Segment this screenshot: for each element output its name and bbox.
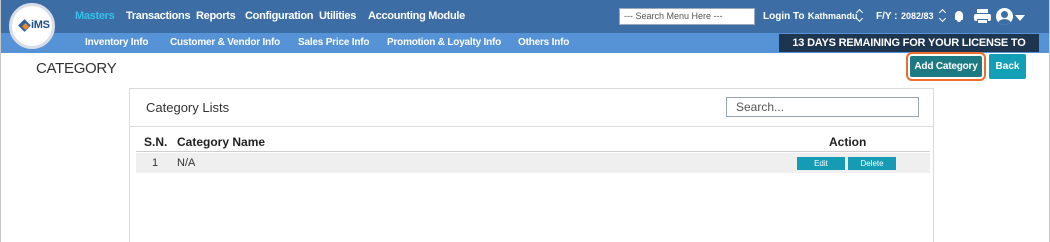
category-list-panel: Category Lists Search... S.N. Category N…	[129, 88, 934, 242]
table-header: S.N. Category Name Action	[136, 132, 930, 152]
fiscal-year-select[interactable]: 2082/83	[901, 0, 934, 33]
back-button[interactable]: Back	[989, 54, 1026, 79]
submenu-promotion-loyalty-info[interactable]: Promotion & Loyalty Info	[387, 33, 501, 53]
row-sn: 1	[152, 157, 159, 169]
search-input[interactable]: Search...	[726, 97, 919, 117]
user-avatar-icon[interactable]	[996, 8, 1013, 25]
add-category-highlight: Add Category	[906, 52, 986, 81]
login-location-spinner-icon[interactable]	[856, 9, 864, 23]
page-title: CATEGORY	[36, 60, 117, 77]
panel-header: Category Lists Search...	[130, 89, 933, 127]
user-menu-caret-icon[interactable]	[1015, 15, 1025, 21]
row-category-name: N/A	[177, 157, 196, 169]
add-category-button[interactable]: Add Category	[910, 56, 982, 77]
ims-logo[interactable]: iMS	[9, 3, 55, 49]
logo-text: iMS	[31, 19, 50, 31]
column-sn: S.N.	[144, 135, 168, 149]
menu-accounting-module[interactable]: Accounting Module	[368, 0, 465, 33]
login-location-select[interactable]: Kathmandu	[808, 0, 858, 33]
column-category-name: Category Name	[177, 135, 266, 149]
submenu-sales-price-info[interactable]: Sales Price Info	[298, 33, 369, 53]
menu-configuration[interactable]: Configuration	[245, 0, 314, 33]
table-row: 1 N/A Edit Delete	[136, 153, 930, 173]
printer-icon[interactable]	[974, 9, 991, 24]
sub-navbar: Inventory Info Customer & Vendor Info Sa…	[1, 33, 1049, 67]
submenu-customer-vendor-info[interactable]: Customer & Vendor Info	[170, 33, 280, 53]
delete-button[interactable]: Delete	[848, 157, 896, 170]
column-action: Action	[829, 135, 867, 149]
edit-button[interactable]: Edit	[797, 157, 845, 170]
login-label: Login To :	[763, 11, 811, 22]
license-expiry-notice: 13 DAYS REMAINING FOR YOUR LICENSE TO EX…	[779, 34, 1039, 67]
fiscal-year-spinner-icon[interactable]	[939, 9, 947, 23]
menu-reports[interactable]: Reports	[196, 0, 236, 33]
search-menu-input[interactable]: --- Search Menu Here ---	[619, 8, 755, 25]
top-navbar: Masters Transactions Reports Configurati…	[1, 0, 1049, 33]
menu-masters[interactable]: Masters	[75, 0, 115, 33]
fy-label: F/Y :	[876, 11, 898, 22]
app-window: Masters Transactions Reports Configurati…	[0, 0, 1050, 242]
submenu-inventory-info[interactable]: Inventory Info	[85, 33, 149, 53]
submenu-others-info[interactable]: Others Info	[518, 33, 569, 53]
bell-icon[interactable]	[955, 11, 963, 22]
menu-utilities[interactable]: Utilities	[319, 0, 356, 33]
panel-title: Category Lists	[146, 100, 230, 115]
menu-transactions[interactable]: Transactions	[126, 0, 191, 33]
